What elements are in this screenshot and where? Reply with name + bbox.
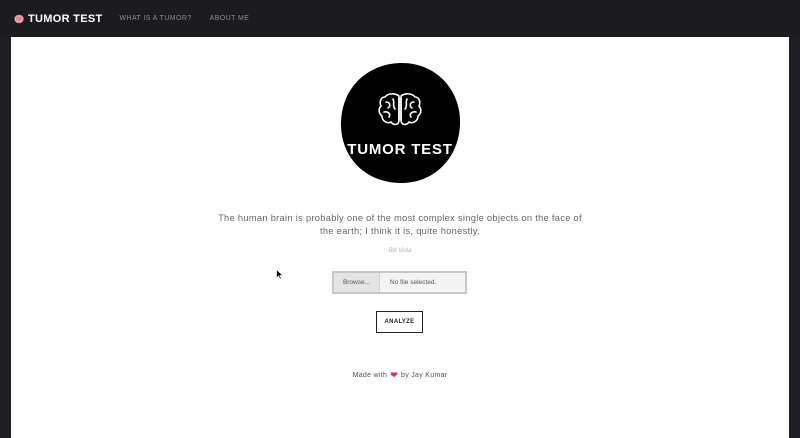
logo-title: TUMOR TEST bbox=[347, 141, 453, 158]
quote-text: The human brain is probably one of the m… bbox=[218, 213, 582, 236]
analyze-button[interactable]: ANALYZE bbox=[376, 311, 423, 333]
footer-suffix: by Jay Kumar bbox=[401, 372, 448, 379]
brain-icon bbox=[14, 14, 24, 23]
file-upload-input[interactable]: Browse... No file selected. bbox=[332, 271, 467, 294]
nav-link-what-is-a-tumor[interactable]: WHAT IS A TUMOR? bbox=[120, 15, 192, 22]
main-content: TUMOR TEST The human brain is probably o… bbox=[11, 37, 789, 438]
brand-title: TUMOR TEST bbox=[28, 12, 103, 25]
file-status-text: No file selected. bbox=[390, 279, 437, 286]
brand-link[interactable]: TUMOR TEST bbox=[14, 13, 103, 25]
footer-prefix: Made with bbox=[352, 372, 388, 379]
heart-icon: ❤ bbox=[390, 370, 399, 380]
footer: Made with ❤ by Jay Kumar bbox=[261, 370, 539, 380]
navbar: TUMOR TEST WHAT IS A TUMOR? ABOUT ME bbox=[0, 0, 800, 37]
browse-button[interactable]: Browse... bbox=[334, 273, 380, 292]
quote-author: Bill Viola bbox=[388, 248, 412, 254]
tumor-test-logo: TUMOR TEST bbox=[340, 62, 460, 184]
nav-link-about-me[interactable]: ABOUT ME bbox=[210, 15, 250, 22]
logo-circle bbox=[340, 62, 460, 184]
mouse-cursor-icon bbox=[276, 269, 284, 280]
